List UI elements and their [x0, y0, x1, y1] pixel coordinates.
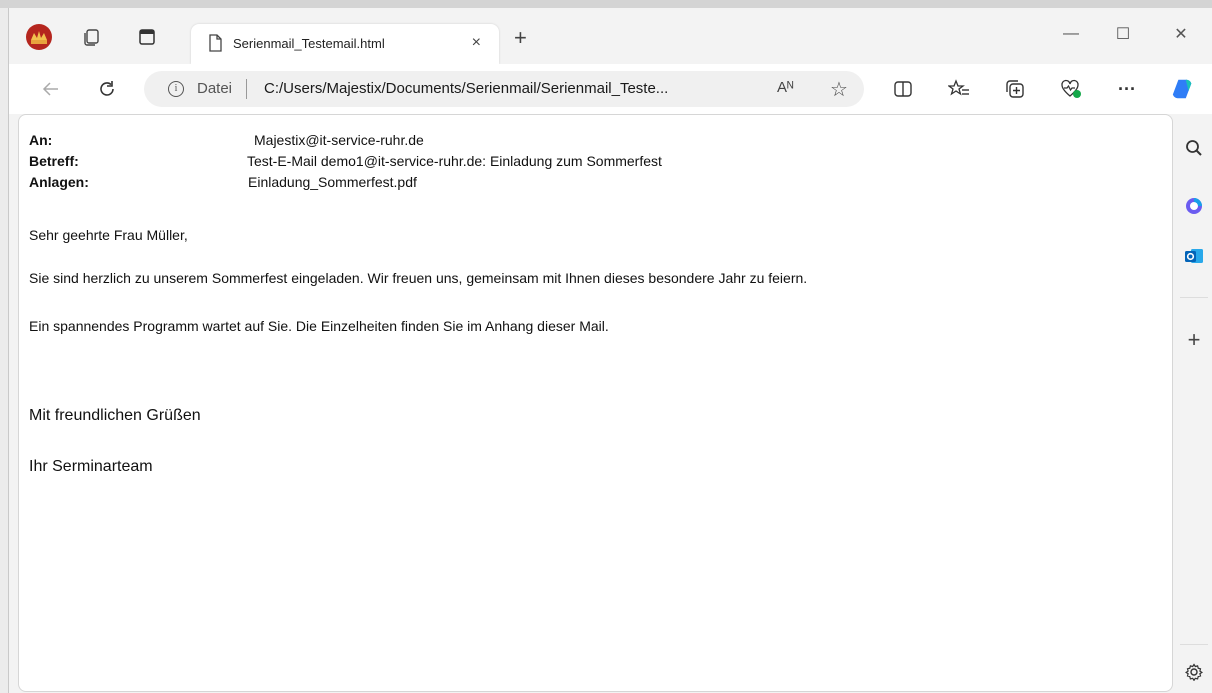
back-arrow-icon — [42, 82, 58, 96]
navigation-toolbar: i Datei C:/Users/Majestix/Documents/Seri… — [9, 64, 1212, 114]
attachments-value: Einladung_Sommerfest.pdf — [248, 174, 417, 190]
workspaces-button[interactable] — [79, 25, 103, 49]
copilot-button[interactable] — [1171, 77, 1195, 101]
background-window-strip — [0, 0, 1212, 8]
address-url[interactable]: C:/Users/Majestix/Documents/Serienmail/S… — [264, 80, 668, 97]
title-bar: Serienmail_Testemail.html × + — ☐ ✕ — [9, 8, 1212, 64]
page-file-icon — [207, 34, 223, 57]
attachments-label: Anlagen: — [29, 174, 89, 190]
search-icon — [1186, 140, 1202, 156]
site-info-icon[interactable]: i — [168, 81, 184, 97]
tab-actions-button[interactable] — [135, 25, 159, 49]
split-screen-icon — [894, 81, 912, 97]
sidebar-search-button[interactable] — [1182, 136, 1206, 160]
to-label: An: — [29, 132, 53, 148]
closing-line: Mit freundlichen Grüßen — [29, 407, 201, 424]
address-scheme-label: Datei — [197, 80, 233, 97]
salutation: Sehr geehrte Frau Müller, — [29, 227, 188, 243]
to-value: Majestix@it-service-ruhr.de — [254, 132, 424, 148]
tab-serienmail[interactable]: Serienmail_Testemail.html × — [191, 24, 499, 64]
tab-close-button[interactable]: × — [472, 34, 481, 52]
refresh-button[interactable] — [95, 77, 119, 101]
page-content: An: Majestix@it-service-ruhr.de Betreff:… — [18, 114, 1173, 692]
refresh-icon — [100, 81, 114, 96]
back-button[interactable] — [39, 77, 63, 101]
favorites-list-icon — [948, 79, 969, 96]
new-tab-button[interactable]: + — [514, 27, 527, 49]
address-divider — [246, 79, 247, 99]
profile-avatar-icon — [26, 24, 52, 50]
microsoft365-icon — [1186, 198, 1202, 214]
sidebar-divider-bottom — [1180, 644, 1208, 645]
vertical-tabs-icon — [139, 29, 155, 45]
outlook-icon — [1185, 249, 1203, 263]
sidebar-copilot-button[interactable] — [1182, 194, 1206, 218]
sidebar-add-button[interactable]: + — [1182, 327, 1206, 352]
more-menu-button[interactable]: ··· — [1115, 77, 1139, 101]
collections-icon — [1006, 80, 1024, 98]
body-paragraph-1: Sie sind herzlich zu unserem Sommerfest … — [29, 270, 808, 286]
browser-window: Serienmail_Testemail.html × + — ☐ ✕ i Da… — [8, 8, 1212, 693]
copilot-icon — [1172, 79, 1192, 99]
minimize-button[interactable]: — — [1051, 22, 1091, 46]
sidebar-outlook-button[interactable] — [1182, 244, 1206, 268]
body-paragraph-2: Ein spannendes Programm wartet auf Sie. … — [29, 318, 609, 334]
favorites-button[interactable] — [947, 77, 971, 101]
gear-icon — [1185, 663, 1203, 681]
sidebar-settings-button[interactable] — [1182, 660, 1206, 684]
read-aloud-icon[interactable]: Aᴺ — [777, 79, 793, 96]
browser-essentials-button[interactable] — [1059, 77, 1083, 101]
profile-avatar[interactable] — [25, 23, 53, 51]
collections-button[interactable] — [1003, 77, 1027, 101]
workspaces-icon — [84, 29, 99, 46]
right-sidebar: + — [1174, 114, 1212, 693]
tab-title: Serienmail_Testemail.html — [233, 36, 385, 51]
subject-value: Test-E-Mail demo1@it-service-ruhr.de: Ei… — [247, 153, 662, 169]
maximize-button[interactable]: ☐ — [1103, 22, 1143, 46]
heart-pulse-icon — [1061, 79, 1081, 98]
split-screen-button[interactable] — [891, 77, 915, 101]
close-window-button[interactable]: ✕ — [1161, 22, 1201, 46]
subject-label: Betreff: — [29, 153, 79, 169]
address-bar[interactable]: i Datei C:/Users/Majestix/Documents/Seri… — [144, 71, 864, 107]
sidebar-divider — [1180, 297, 1208, 298]
signature: Ihr Serminarteam — [29, 458, 153, 475]
favorite-star-icon[interactable]: ☆ — [830, 77, 848, 102]
